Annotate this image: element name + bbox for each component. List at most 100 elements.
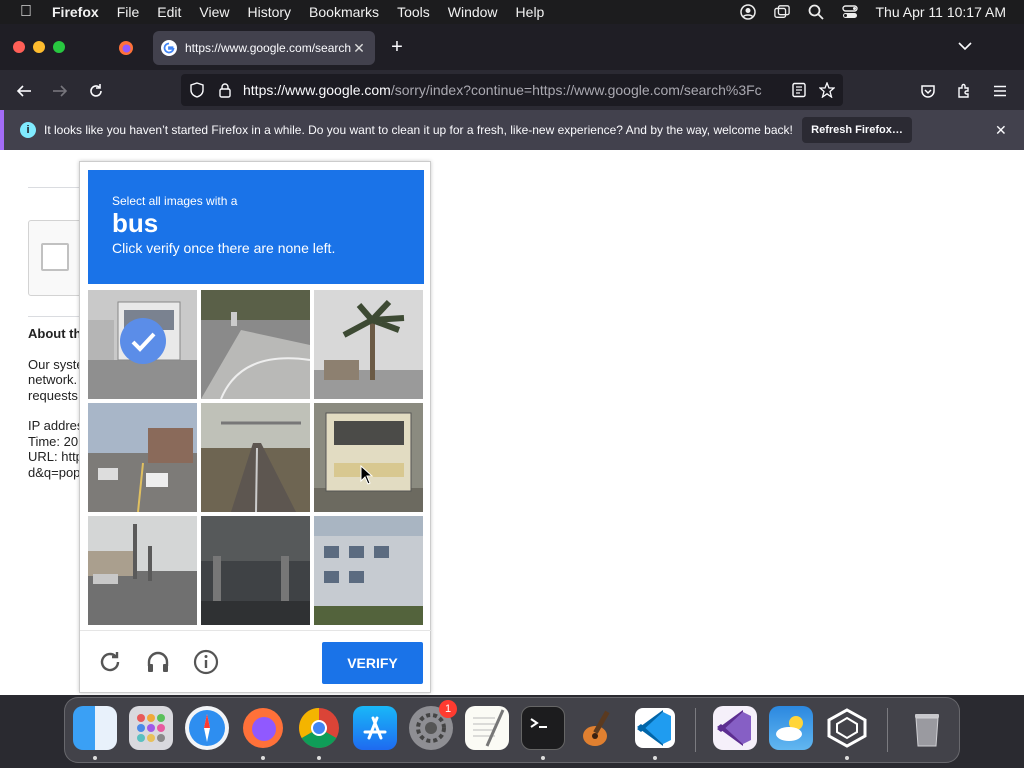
challenge-keyword: bus	[112, 208, 159, 238]
dock-visual-studio-icon[interactable]	[713, 706, 757, 750]
window-zoom-button[interactable]	[53, 41, 65, 53]
running-indicator	[845, 756, 849, 760]
window-close-button[interactable]	[13, 41, 25, 53]
forward-arrow-icon	[53, 85, 68, 97]
menu-tools[interactable]: Tools	[397, 4, 430, 20]
notification-close-icon[interactable]: ✕	[995, 122, 1007, 139]
dock-unity-icon[interactable]	[825, 706, 869, 750]
info-line: URL: http	[28, 449, 80, 464]
dock-chrome-icon[interactable]	[297, 706, 341, 750]
dock-terminal-icon[interactable]	[521, 706, 565, 750]
screen-mirroring-icon[interactable]	[773, 4, 790, 20]
tab-close-icon[interactable]: ✕	[351, 40, 367, 57]
menu-bookmarks[interactable]: Bookmarks	[309, 4, 379, 20]
running-indicator	[261, 756, 265, 760]
selected-check-icon	[120, 318, 166, 364]
menubar-clock[interactable]: Thu Apr 11 10:17 AM	[876, 4, 1007, 20]
tracking-protection-shield-icon[interactable]	[189, 82, 205, 98]
menu-window[interactable]: Window	[448, 4, 498, 20]
new-challenge-reload-icon[interactable]	[96, 648, 124, 676]
apple-menu-icon[interactable]: 	[0, 3, 52, 21]
menu-view[interactable]: View	[199, 4, 229, 20]
tile-palm-tree[interactable]	[314, 290, 423, 399]
dock-system-settings-icon[interactable]: 1	[409, 700, 457, 750]
tile-intersection[interactable]	[88, 516, 197, 625]
url-text[interactable]: https://www.google.com/sorry/index?conti…	[243, 82, 783, 98]
menu-edit[interactable]: Edit	[157, 4, 181, 20]
tile-bus-street[interactable]	[88, 290, 197, 399]
tile-overpass[interactable]	[201, 516, 310, 625]
refresh-firefox-button[interactable]: Refresh Firefox…	[802, 117, 912, 143]
notification-message: It looks like you haven’t started Firefo…	[44, 123, 793, 137]
pocket-button[interactable]	[917, 80, 939, 102]
about-heading: About th	[28, 326, 80, 341]
dock-vscode-icon[interactable]	[633, 706, 677, 750]
running-indicator	[93, 756, 97, 760]
audio-challenge-headphones-icon[interactable]	[144, 648, 172, 676]
dock-launchpad-icon[interactable]	[129, 706, 173, 750]
menu-file[interactable]: File	[117, 4, 140, 20]
verify-button[interactable]: VERIFY	[322, 642, 423, 684]
app-menu-button[interactable]	[989, 80, 1011, 102]
tile-highway-road[interactable]	[201, 403, 310, 512]
dock-textedit-icon[interactable]	[465, 706, 509, 750]
back-button[interactable]	[13, 80, 35, 102]
body-line: requests	[28, 388, 78, 403]
lock-icon[interactable]	[217, 82, 233, 98]
dock-separator	[695, 708, 696, 752]
info-line: d&q=pop	[28, 465, 80, 480]
user-account-icon[interactable]	[739, 4, 756, 20]
back-arrow-icon	[16, 85, 31, 97]
url-host: https://www.google.com	[243, 82, 391, 98]
dock-app-store-icon[interactable]	[353, 706, 397, 750]
dock-finder-icon[interactable]	[73, 706, 117, 750]
tile-building[interactable]	[314, 516, 423, 625]
challenge-subtext: Click verify once there are none left.	[112, 240, 336, 256]
control-center-icon[interactable]	[841, 4, 858, 20]
pinned-firefox-tab[interactable]	[112, 36, 140, 60]
menu-history[interactable]: History	[247, 4, 291, 20]
body-line: network.	[28, 372, 78, 387]
help-info-icon[interactable]	[192, 648, 220, 676]
dock: 1	[64, 697, 960, 763]
forward-button[interactable]	[49, 80, 71, 102]
dock-trash-icon[interactable]	[905, 706, 949, 750]
firefox-icon	[119, 41, 133, 55]
tab-title: https://www.google.com/search?	[185, 41, 351, 55]
info-line: Time: 20	[28, 434, 79, 449]
challenge-header: Select all images with a bus Click verif…	[88, 170, 424, 284]
reload-icon	[90, 84, 102, 97]
tab-bar: https://www.google.com/search? ✕ +	[0, 24, 1024, 70]
menu-help[interactable]: Help	[516, 4, 545, 20]
extensions-button[interactable]	[953, 80, 975, 102]
new-tab-button[interactable]: +	[386, 36, 408, 58]
tab-google-search[interactable]: https://www.google.com/search? ✕	[153, 31, 375, 65]
dock-weather-icon[interactable]	[769, 706, 813, 750]
spotlight-search-icon[interactable]	[808, 4, 824, 20]
running-indicator	[541, 756, 545, 760]
tile-road-cyclist[interactable]	[201, 290, 310, 399]
tile-school-bus[interactable]	[314, 403, 423, 512]
challenge-footer: VERIFY	[80, 630, 432, 694]
tile-street-cars[interactable]	[88, 403, 197, 512]
window-minimize-button[interactable]	[33, 41, 45, 53]
challenge-prompt: Select all images with a	[112, 194, 238, 208]
dock-garageband-icon[interactable]	[577, 706, 621, 750]
reader-view-icon[interactable]	[791, 82, 807, 98]
recaptcha-challenge: Select all images with a bus Click verif…	[79, 161, 432, 694]
list-all-tabs-icon[interactable]	[958, 38, 972, 56]
mouse-cursor-icon	[360, 464, 374, 490]
reload-button[interactable]	[85, 80, 107, 102]
pocket-icon	[921, 85, 935, 98]
dock-firefox-icon[interactable]	[241, 706, 285, 750]
body-line: Our syste	[28, 357, 80, 372]
google-favicon-icon	[161, 40, 177, 56]
dock-safari-icon[interactable]	[185, 706, 229, 750]
refresh-firefox-notification: i It looks like you haven’t started Fire…	[0, 110, 1024, 150]
bookmark-star-icon[interactable]	[819, 82, 835, 98]
address-bar[interactable]: https://www.google.com/sorry/index?conti…	[181, 74, 843, 106]
recaptcha-checkbox[interactable]	[41, 243, 69, 271]
menu-bar:  Firefox File Edit View History Bookmar…	[0, 0, 1024, 24]
info-icon: i	[20, 122, 36, 138]
menu-app-name[interactable]: Firefox	[52, 4, 99, 20]
